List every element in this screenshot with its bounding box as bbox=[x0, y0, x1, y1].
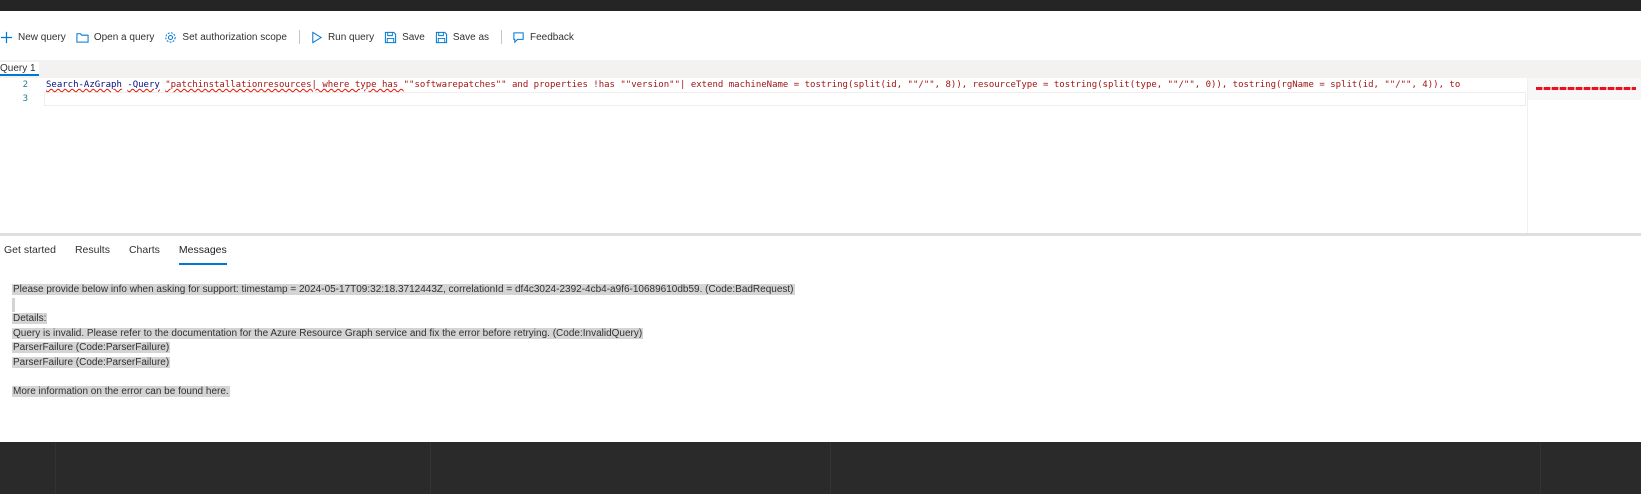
support-info-text: Please provide below info when asking fo… bbox=[12, 284, 795, 295]
message-line: Details: bbox=[12, 312, 795, 327]
cmdlet-token: Search-AzGraph bbox=[46, 80, 122, 90]
details-label: Details: bbox=[12, 313, 48, 324]
more-info-link[interactable]: More information on the error can be fou… bbox=[12, 385, 230, 397]
message-line: More information on the error can be fou… bbox=[12, 385, 795, 400]
toolbar-divider bbox=[298, 30, 300, 44]
parser-failure-text: ParserFailure (Code:ParserFailure) bbox=[12, 356, 171, 368]
run-query-button[interactable]: Run query bbox=[306, 27, 380, 47]
set-authorization-scope-button[interactable]: Set authorization scope bbox=[160, 27, 293, 47]
plus-icon bbox=[0, 31, 13, 43]
background-window bbox=[0, 442, 1641, 494]
line-number: 3 bbox=[22, 94, 28, 104]
minimap-error-marker bbox=[1536, 87, 1636, 90]
feedback-label: Feedback bbox=[530, 31, 574, 43]
query-tab-strip: Query 1 bbox=[0, 60, 1641, 78]
line-numbers: 2 3 bbox=[0, 78, 34, 233]
save-as-icon bbox=[435, 31, 447, 43]
invalid-query-text: Query is invalid. Please refer to the do… bbox=[12, 327, 644, 339]
tab-query-1[interactable]: Query 1 bbox=[0, 62, 39, 76]
message-line: ParserFailure (Code:ParserFailure) bbox=[12, 356, 795, 371]
folder-icon bbox=[76, 32, 89, 43]
save-as-button[interactable]: Save as bbox=[431, 27, 495, 47]
tab-get-started[interactable]: Get started bbox=[0, 241, 56, 265]
message-line: Query is invalid. Please refer to the do… bbox=[12, 327, 795, 342]
code-line-2: Search-AzGraph -Query "patchinstallation… bbox=[46, 78, 1460, 92]
toolbar: New query Open a query Set authorization… bbox=[0, 27, 580, 47]
feedback-icon bbox=[513, 31, 524, 43]
feedback-button[interactable]: Feedback bbox=[508, 27, 580, 47]
toolbar-divider bbox=[501, 30, 503, 44]
tab-messages[interactable]: Messages bbox=[178, 241, 227, 265]
parser-failure-text: ParserFailure (Code:ParserFailure) bbox=[12, 342, 171, 353]
gear-icon bbox=[165, 31, 177, 43]
window-top-bar bbox=[0, 0, 1641, 11]
save-icon bbox=[384, 31, 397, 43]
parameter-token: -Query bbox=[127, 80, 160, 90]
play-icon bbox=[312, 30, 323, 44]
resource-graph-explorer: New query Open a query Set authorization… bbox=[0, 11, 1641, 442]
run-query-label: Run query bbox=[327, 31, 375, 43]
message-line: Please provide below info when asking fo… bbox=[12, 283, 795, 298]
code-area[interactable]: Search-AzGraph -Query "patchinstallation… bbox=[46, 78, 1526, 233]
message-line-empty bbox=[12, 297, 795, 313]
new-query-label: New query bbox=[18, 31, 66, 43]
save-label: Save bbox=[402, 31, 425, 43]
tab-charts[interactable]: Charts bbox=[129, 241, 160, 265]
messages-panel: Please provide below info when asking fo… bbox=[12, 283, 795, 399]
new-query-button[interactable]: New query bbox=[0, 27, 72, 47]
open-query-button[interactable]: Open a query bbox=[72, 27, 161, 47]
tab-results[interactable]: Results bbox=[75, 241, 110, 265]
set-authorization-scope-label: Set authorization scope bbox=[182, 31, 287, 43]
result-tabs: Get started Results Charts Messages bbox=[0, 241, 246, 265]
query-editor[interactable]: 2 3 Search-AzGraph -Query "patchinstalla… bbox=[0, 78, 1641, 236]
message-line: ParserFailure (Code:ParserFailure) bbox=[12, 341, 795, 356]
string-token: ""softwarepatches"" and properties !has … bbox=[403, 80, 1461, 90]
minimap[interactable] bbox=[1527, 78, 1641, 233]
save-as-label: Save as bbox=[452, 31, 490, 43]
open-query-label: Open a query bbox=[93, 31, 155, 43]
error-squiggle-token: "patchinstallationresources| where type … bbox=[165, 80, 404, 90]
line-number: 2 bbox=[22, 80, 28, 90]
save-button[interactable]: Save bbox=[380, 27, 431, 47]
